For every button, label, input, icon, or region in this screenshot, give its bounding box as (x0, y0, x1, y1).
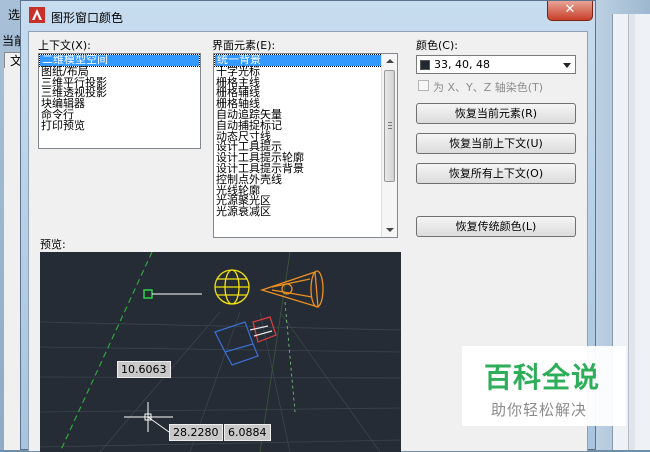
dimension-leader-line (147, 416, 170, 433)
green-grip-marker-icon (143, 289, 153, 299)
dynamic-dimension-length: 10.6063 (117, 361, 171, 378)
dialog-title: 图形窗口颜色 (51, 11, 124, 25)
green-axis-line (59, 252, 153, 452)
preview-area: 10.6063 28.2280 6.0884 (40, 252, 401, 452)
restore-current-context-button[interactable]: 恢复当前上下文(U) (416, 133, 576, 154)
dynamic-dimension-x: 28.2280 (169, 424, 223, 441)
thumb-grip-icon (388, 122, 392, 123)
watermark-title: 百科全说 (484, 361, 601, 394)
preview-label: 预览: (40, 238, 66, 251)
light-direction-line (284, 301, 296, 413)
autocad-app-icon (29, 7, 45, 23)
interface-elements-label: 界面元素(E): (212, 39, 276, 52)
thumb-grip-icon (388, 128, 392, 129)
color-value: 33, 40, 48 (434, 58, 490, 71)
thumb-grip-icon (388, 125, 392, 126)
restore-all-contexts-button[interactable]: 恢复所有上下文(O) (416, 163, 576, 184)
camera-glyph-icon (214, 316, 277, 366)
preview-scene (40, 252, 401, 452)
background-scrollbar[interactable] (628, 14, 635, 450)
context-listbox[interactable]: 二维模型空间 图纸/布局 三维平行投影 三维透视投影 块编辑器 命令行 打印预览 (38, 53, 201, 149)
chevron-down-icon[interactable] (563, 63, 571, 68)
tint-xyz-label: 为 X、Y、Z 轴染色(T) (433, 81, 544, 94)
interface-elements-listbox[interactable]: 统一背景 十字光标 栅格主线 栅格辅线 栅格轴线 自动追踪矢量 自动捕捉标记 动态尺寸线 设计工… (213, 53, 398, 238)
restore-classic-colors-button[interactable]: 恢复传统颜色(L) (416, 216, 576, 237)
scroll-thumb[interactable] (384, 70, 395, 182)
dynamic-dimension-y: 6.0884 (224, 424, 271, 441)
color-swatch-icon (420, 60, 430, 70)
tint-xyz-checkbox[interactable] (418, 80, 429, 91)
color-label: 颜色(C): (416, 39, 458, 52)
context-label: 上下文(X): (38, 39, 91, 52)
background-window-title: 选 (8, 8, 21, 22)
color-dropdown[interactable]: 33, 40, 48 (416, 55, 576, 74)
dialog-titlebar[interactable]: 图形窗口颜色 ✕ (21, 1, 595, 31)
watermark-subtitle: 助你轻松解决 (491, 401, 588, 419)
watermark-badge: 百科全说 助你轻松解决 (462, 346, 626, 426)
scroll-up-arrow-icon[interactable] (386, 59, 394, 63)
scroll-down-arrow-icon[interactable] (386, 228, 394, 232)
interface-list-scrollbar[interactable] (381, 54, 397, 237)
interface-element-item[interactable]: 光源衰减区 (214, 206, 397, 218)
context-list-item[interactable]: 打印预览 (39, 120, 200, 132)
light-bulb-glyph-icon (214, 269, 250, 305)
close-button[interactable]: ✕ (547, 1, 593, 21)
spotlight-cone-icon (259, 270, 324, 308)
restore-current-element-button[interactable]: 恢复当前元素(R) (416, 103, 576, 124)
